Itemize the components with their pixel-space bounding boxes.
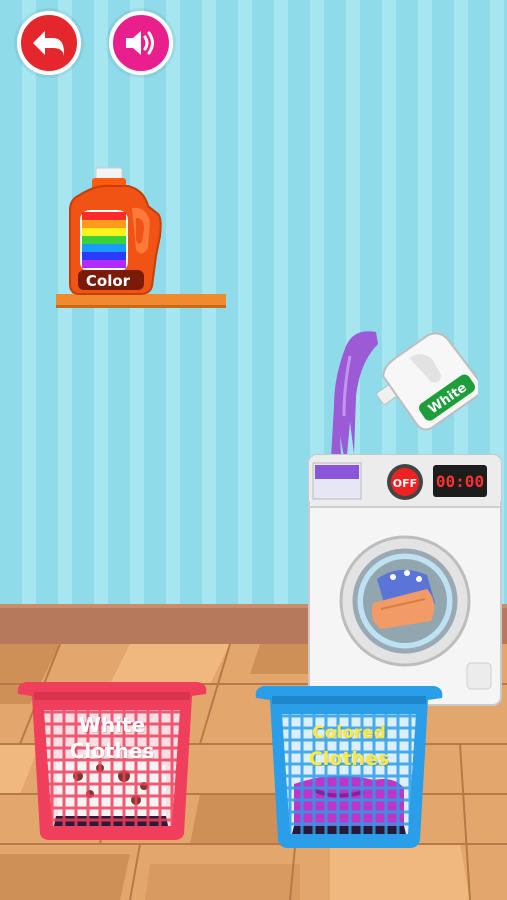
sound-button[interactable] [109, 11, 173, 75]
power-label: OFF [393, 477, 417, 490]
wall-shelf [56, 294, 226, 308]
colored-basket-label-line2: Clothes [308, 748, 390, 770]
colored-basket-label: Colored Clothes [254, 720, 444, 773]
color-detergent-label: Color [85, 272, 131, 290]
white-basket-label-line1: White [78, 713, 146, 737]
colored-clothes-basket[interactable]: Colored Clothes [254, 680, 444, 850]
back-button[interactable] [17, 11, 81, 75]
timer-readout: 00:00 [436, 472, 484, 491]
white-basket-label: White Clothes [16, 712, 208, 764]
white-clothes-basket[interactable]: White Clothes [16, 676, 208, 842]
speaker-icon [126, 31, 154, 55]
colored-basket-label-line1: Colored [312, 723, 386, 743]
white-basket-label-line2: Clothes [69, 739, 155, 763]
game-scene: Color White OFF 00:00 White Clothes Colo… [0, 0, 507, 900]
color-detergent-bottle[interactable]: Color [66, 166, 162, 296]
back-arrow-icon [33, 31, 65, 56]
washing-machine[interactable]: OFF 00:00 [307, 453, 503, 707]
white-detergent-bottle[interactable]: White [368, 324, 478, 434]
